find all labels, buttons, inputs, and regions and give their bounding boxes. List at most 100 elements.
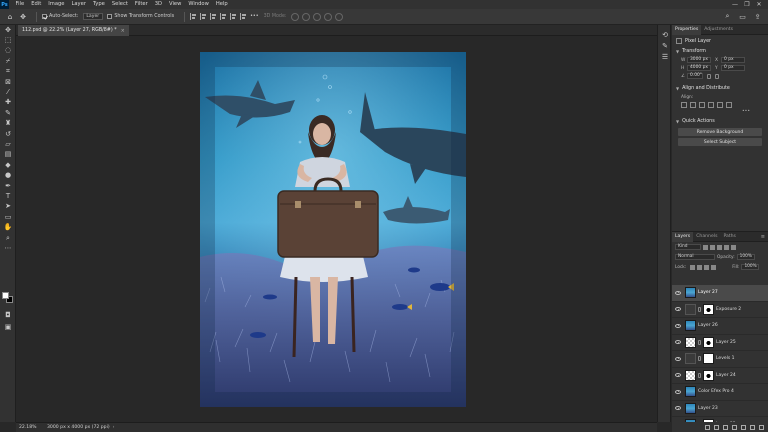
menu-item-image[interactable]: Image [45,0,68,9]
zoom-level-field[interactable]: 22.18% [19,425,41,430]
close-tab-icon[interactable]: × [121,28,125,34]
filter-adjustment-icon[interactable] [710,244,715,250]
y-field[interactable]: 0 px [721,65,745,71]
share-icon[interactable]: ⇪ [753,12,762,21]
align-right-icon[interactable] [699,102,705,108]
edit-toolbar-icon[interactable]: ⋯ [0,243,16,253]
marquee-tool-icon[interactable]: ⬚ [0,35,16,45]
adjustments-panel-icon[interactable]: ☰ [658,51,672,62]
menu-item-select[interactable]: Select [108,0,131,9]
healing-brush-tool-icon[interactable]: ✚ [0,98,16,108]
visibility-eye-icon[interactable] [675,389,681,394]
layer-row[interactable]: Layer 24 [672,368,768,384]
history-panel-icon[interactable]: ⟲ [658,29,672,40]
filter-smart-object-icon[interactable] [731,244,736,250]
filter-type-icon[interactable] [717,244,722,250]
menu-item-window[interactable]: Window [185,0,212,9]
eyedropper-tool-icon[interactable]: ⁄ [0,87,16,97]
brush-tool-icon[interactable]: ✎ [0,108,16,118]
orbit-3d-icon[interactable] [290,12,299,21]
align-horizontal-centers-icon[interactable] [200,13,207,20]
align-vertical-centers-icon[interactable] [230,13,237,20]
add-mask-icon[interactable] [723,424,728,430]
tab-layers[interactable]: Layers [672,231,694,242]
mask-link-icon[interactable] [698,372,701,378]
roll-3d-icon[interactable] [301,12,310,21]
tab-channels[interactable]: Channels [693,232,720,242]
slide-3d-icon[interactable] [323,12,332,21]
layer-row[interactable]: Levels 1 [672,351,768,368]
visibility-eye-icon[interactable] [675,373,681,378]
screen-mode-icon[interactable]: ▣ [0,322,16,332]
layer-row[interactable]: Layer 26 [672,318,768,335]
layer-row[interactable]: Layer 23 [672,401,768,417]
layer-mask-thumbnail[interactable] [703,353,714,365]
lock-image-icon[interactable] [697,264,703,270]
blend-mode-dropdown[interactable]: Normal [675,254,715,260]
canvas-area[interactable] [16,36,652,422]
tab-paths[interactable]: Paths [720,232,739,242]
close-window-button[interactable]: ✕ [753,1,765,8]
height-field[interactable]: 4000 px [687,65,711,71]
panel-menu-icon[interactable]: ≡ [761,234,765,240]
menu-item-help[interactable]: Help [212,0,231,9]
frame-tool-icon[interactable]: ⊠ [0,77,16,87]
photoshop-logo-icon[interactable]: Ps [0,0,9,9]
mask-link-icon[interactable] [698,339,701,345]
flip-horizontal-icon[interactable] [707,73,711,79]
blur-tool-icon[interactable]: ◆ [0,160,16,170]
lock-all-icon[interactable] [711,264,717,270]
x-field[interactable]: 0 px [721,57,745,63]
menu-item-file[interactable]: File [12,0,28,9]
visibility-eye-icon[interactable] [675,356,681,361]
auto-select-target-dropdown[interactable]: Layer [83,13,104,20]
lock-transparent-icon[interactable] [690,264,696,270]
menu-item-filter[interactable]: Filter [131,0,151,9]
visibility-eye-icon[interactable] [675,406,681,411]
gradient-tool-icon[interactable]: ▤ [0,150,16,160]
visibility-eye-icon[interactable] [675,340,681,345]
tab-adjustments[interactable]: Adjustments [701,25,736,35]
angle-field[interactable]: 0.00° [687,73,703,79]
align-bottom-edges-icon[interactable] [240,13,247,20]
width-field[interactable]: 3000 px [687,57,711,63]
foreground-color-swatch[interactable] [2,292,9,299]
layer-row[interactable]: Layer 25 [672,335,768,351]
document-canvas[interactable] [200,52,466,407]
align-bottom-icon[interactable] [726,102,732,108]
new-layer-icon[interactable] [750,424,755,430]
eraser-tool-icon[interactable]: ▱ [0,139,16,149]
fill-field[interactable]: 100% [741,264,760,270]
search-icon[interactable]: ⌕ [723,12,732,21]
brush-settings-panel-icon[interactable]: ✎ [658,40,672,51]
document-tab[interactable]: 112.psd @ 22.2% (Layer 27, RGB/8#) * × [18,25,129,36]
quick-actions-header[interactable]: ▼ Quick Actions [672,116,768,126]
filter-kind-dropdown[interactable]: Kind [675,244,701,250]
type-tool-icon[interactable]: T [0,191,16,201]
visibility-eye-icon[interactable] [675,290,681,295]
move-tool-icon[interactable]: ✥ [18,12,28,22]
lasso-tool-icon[interactable]: ◌ [0,46,16,56]
menu-item-3d[interactable]: 3D [151,0,165,9]
tab-properties[interactable]: Properties [672,24,702,35]
new-adjustment-icon[interactable] [732,424,737,430]
link-layers-icon[interactable] [705,424,710,430]
mask-link-icon[interactable] [698,356,701,362]
menu-item-type[interactable]: Type [89,0,108,9]
lock-position-icon[interactable] [704,264,710,270]
mask-link-icon[interactable] [698,306,701,312]
layer-mask-thumbnail[interactable] [703,369,714,381]
filter-pixel-icon[interactable] [703,244,708,250]
menu-item-layer[interactable]: Layer [68,0,89,9]
layer-mask-thumbnail[interactable] [703,336,714,348]
rectangle-tool-icon[interactable]: ▭ [0,212,16,222]
layer-row[interactable]: Exposure 2 [672,302,768,318]
align-top-icon[interactable] [708,102,714,108]
new-group-icon[interactable] [741,424,746,430]
history-brush-tool-icon[interactable]: ↺ [0,129,16,139]
align-left-edges-icon[interactable] [190,13,197,20]
align-left-icon[interactable] [681,102,687,108]
quick-mask-icon[interactable]: ◘ [0,310,16,320]
flip-vertical-icon[interactable] [715,73,719,79]
layer-row[interactable]: Layer 27 [672,285,768,302]
